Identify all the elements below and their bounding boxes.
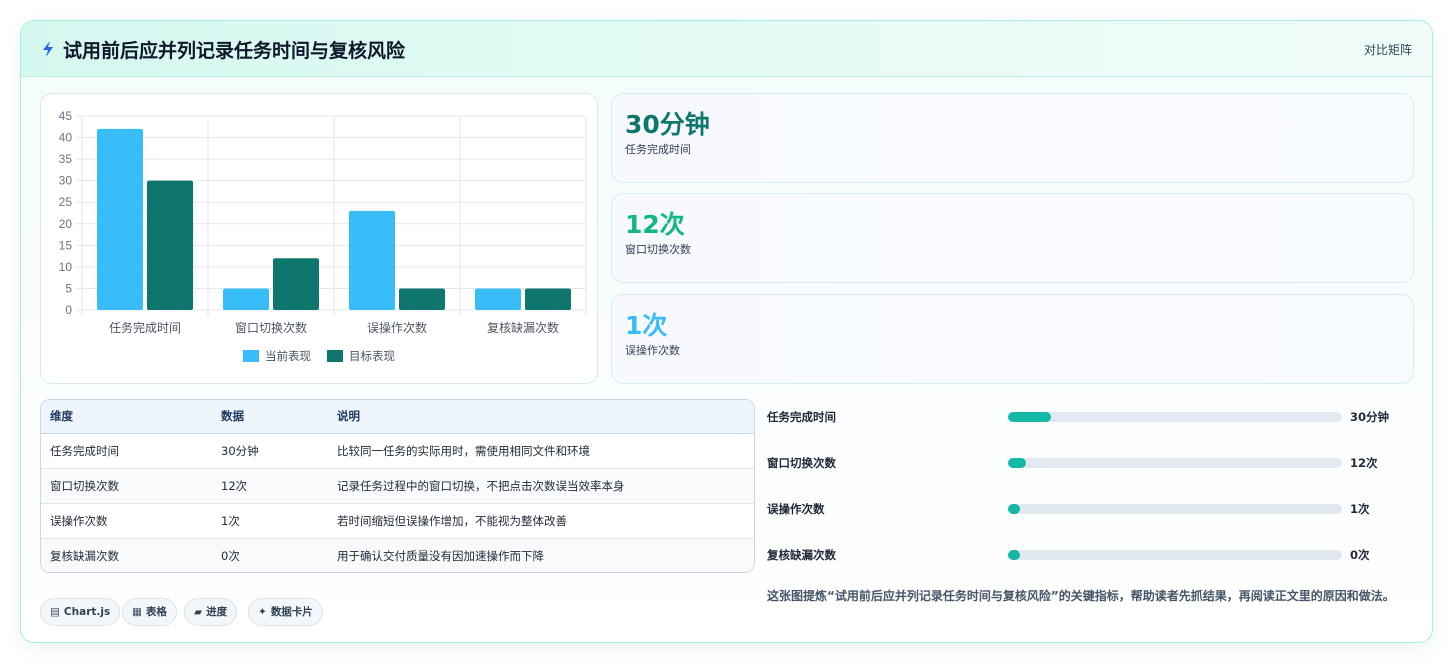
progress-track xyxy=(1008,412,1342,422)
table-cell: 任务完成时间 xyxy=(41,433,212,469)
stat-label: 误操作次数 xyxy=(625,344,680,357)
bar xyxy=(273,258,319,310)
progress-track xyxy=(1008,504,1342,514)
stat-value: 30分钟 xyxy=(625,110,710,139)
column-header: 维度 xyxy=(41,400,212,434)
stat-card: 1次 误操作次数 xyxy=(611,294,1414,384)
progress-icon: ▰ xyxy=(194,606,203,618)
table-header-row: 维度 数据 说明 xyxy=(41,400,754,434)
bar-chart: 0 5 10 15 20 25 30 35 40 45 任务完成时间 窗口切换次数 误操作次数 复核缺漏次… xyxy=(40,93,598,384)
progress-track xyxy=(1008,550,1342,560)
progress-value: 1次 xyxy=(1350,502,1370,516)
progress-fill xyxy=(1008,550,1020,560)
table-row: 误操作次数 1次 若时间缩短但误操作增加，不能视为整体改善 xyxy=(41,503,754,539)
column-header: 说明 xyxy=(328,400,754,434)
progress-label: 窗口切换次数 xyxy=(767,456,836,470)
x-tick-label: 误操作次数 xyxy=(367,320,427,335)
progress-fill xyxy=(1008,504,1020,514)
progress-track xyxy=(1008,458,1342,468)
tag-label: 数据卡片 xyxy=(270,606,313,618)
tag-label: Chart.js xyxy=(63,606,111,618)
y-tick-label: 10 xyxy=(59,260,73,274)
y-tick-label: 45 xyxy=(59,109,73,123)
column-header: 数据 xyxy=(212,400,328,434)
table-cell: 12次 xyxy=(212,468,328,504)
table-cell: 用于确认交付质量没有因加速操作而下降 xyxy=(328,538,754,572)
y-tick-label: 25 xyxy=(59,195,73,209)
table-cell: 误操作次数 xyxy=(41,503,212,539)
matrix-badge[interactable]: 对比矩阵 xyxy=(1364,41,1412,58)
table-cell: 记录任务过程中的窗口切换，不把点击次数误当效率本身 xyxy=(328,468,754,504)
progress-label: 复核缺漏次数 xyxy=(767,548,836,562)
stat-card: 30分钟 任务完成时间 xyxy=(611,93,1414,183)
y-tick-label: 0 xyxy=(65,303,72,317)
legend-label: 当前表现 xyxy=(265,349,311,363)
page-title: 试用前后应并列记录任务时间与复核风险 xyxy=(63,40,406,62)
tag-chartjs[interactable]: ▤ Chart.js xyxy=(40,598,121,626)
tag-progress[interactable]: ▰ 进度 xyxy=(184,598,238,626)
progress-row: 任务完成时间 30分钟 xyxy=(767,407,1417,427)
stat-value: 1次 xyxy=(625,311,668,340)
table-cell: 30分钟 xyxy=(212,433,328,469)
x-tick-label: 窗口切换次数 xyxy=(235,320,307,335)
progress-fill xyxy=(1008,412,1052,422)
table-icon: ▦ xyxy=(132,606,142,618)
bar-chart-svg: 0 5 10 15 20 25 30 35 40 45 任务完成时间 窗口切换次数 误操作次数 复核缺漏次… xyxy=(59,109,587,363)
bar xyxy=(525,288,571,310)
table-cell: 1次 xyxy=(212,503,328,539)
y-tick-label: 5 xyxy=(65,281,72,295)
stat-value: 12次 xyxy=(625,210,685,239)
table-cell: 若时间缩短但误操作增加，不能视为整体改善 xyxy=(328,503,754,539)
progress-fill xyxy=(1008,458,1027,468)
y-tick-label: 15 xyxy=(59,238,73,252)
lightning-icon xyxy=(43,41,53,57)
bar xyxy=(475,288,521,310)
bar xyxy=(399,288,445,310)
legend-swatch xyxy=(243,350,259,362)
card-header: 试用前后应并列记录任务时间与复核风险 对比矩阵 xyxy=(21,21,1432,77)
y-tick-label: 40 xyxy=(59,131,73,145)
main-card: 试用前后应并列记录任务时间与复核风险 对比矩阵 0 5 10 15 20 25 30 35 40… xyxy=(20,20,1433,643)
table-row: 复核缺漏次数 0次 用于确认交付质量没有因加速操作而下降 xyxy=(41,538,754,572)
x-tick-label: 复核缺漏次数 xyxy=(487,320,559,335)
progress-row: 误操作次数 1次 xyxy=(767,499,1417,519)
table-cell: 比较同一任务的实际用时，需使用相同文件和环境 xyxy=(328,433,754,469)
progress-row: 窗口切换次数 12次 xyxy=(767,453,1417,473)
chart-icon: ▤ xyxy=(50,606,60,618)
progress-value: 30分钟 xyxy=(1350,410,1390,424)
progress-label: 任务完成时间 xyxy=(767,410,836,424)
tag-label: 表格 xyxy=(145,606,167,618)
table-row: 任务完成时间 30分钟 比较同一任务的实际用时，需使用相同文件和环境 xyxy=(41,433,754,469)
table-cell: 窗口切换次数 xyxy=(41,468,212,504)
table-cell: 复核缺漏次数 xyxy=(41,538,212,572)
summary-note: 这张图提炼“试用前后应并列记录任务时间与复核风险”的关键指标，帮助读者先抓结果，… xyxy=(767,589,1395,603)
metrics-table: 维度 数据 说明 任务完成时间 30分钟 比较同一任务的实际用时，需使用相同文件… xyxy=(40,399,755,573)
bar xyxy=(97,128,143,310)
sparkle-icon: ✦ xyxy=(258,606,267,618)
bar xyxy=(349,210,395,310)
x-tick-label: 任务完成时间 xyxy=(109,320,181,335)
y-tick-label: 35 xyxy=(59,152,73,166)
bar xyxy=(223,288,269,310)
stat-label: 任务完成时间 xyxy=(625,143,691,156)
progress-value: 12次 xyxy=(1350,456,1378,470)
stat-card: 12次 窗口切换次数 xyxy=(611,193,1414,283)
table-cell: 0次 xyxy=(212,538,328,572)
tag-label: 进度 xyxy=(206,606,228,618)
progress-label: 误操作次数 xyxy=(767,502,825,516)
y-tick-label: 20 xyxy=(59,217,73,231)
bar xyxy=(147,180,193,310)
legend-swatch xyxy=(327,350,343,362)
stat-label: 窗口切换次数 xyxy=(625,243,691,256)
progress-row: 复核缺漏次数 0次 xyxy=(767,545,1417,565)
progress-value: 0次 xyxy=(1350,548,1370,562)
tag-data-cards[interactable]: ✦ 数据卡片 xyxy=(248,598,323,626)
y-tick-label: 30 xyxy=(59,174,73,188)
table-row: 窗口切换次数 12次 记录任务过程中的窗口切换，不把点击次数误当效率本身 xyxy=(41,468,754,504)
tag-table[interactable]: ▦ 表格 xyxy=(122,598,177,626)
legend-label: 目标表现 xyxy=(349,349,395,363)
